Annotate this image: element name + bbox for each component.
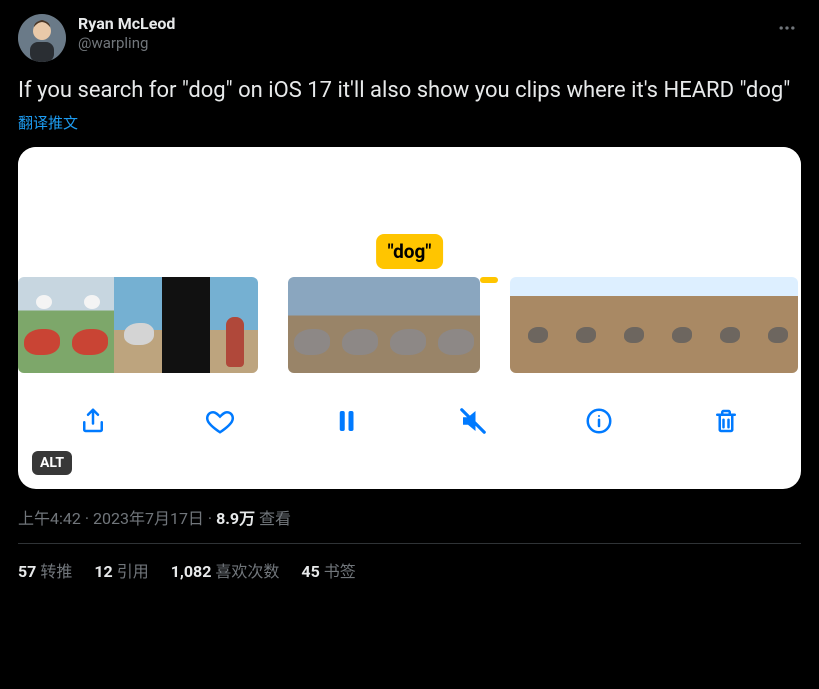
more-options-button[interactable] <box>773 14 801 46</box>
video-frame <box>210 277 258 373</box>
video-frame <box>702 277 750 373</box>
quotes-stat[interactable]: 12引用 <box>94 558 148 582</box>
engagement-stats: 57转推 12引用 1,082喜欢次数 45书签 <box>18 544 801 582</box>
tweet-container: Ryan McLeod @warpling If you search for … <box>0 0 819 592</box>
video-frame <box>384 277 432 373</box>
share-button[interactable] <box>71 399 115 443</box>
translate-link[interactable]: 翻译推文 <box>18 112 78 133</box>
video-timeline[interactable] <box>18 277 801 373</box>
avatar[interactable] <box>18 14 66 62</box>
video-frame <box>336 277 384 373</box>
display-name[interactable]: Ryan McLeod <box>78 14 175 34</box>
video-frame <box>654 277 702 373</box>
like-button[interactable] <box>198 399 242 443</box>
alt-badge[interactable]: ALT <box>32 451 72 475</box>
tweet-time[interactable]: 上午4:42 <box>18 509 81 528</box>
tweet-date[interactable]: 2023年7月17日 <box>93 509 204 528</box>
media-attachment[interactable]: "dog" <box>18 147 801 489</box>
likes-stat[interactable]: 1,082喜欢次数 <box>171 558 280 582</box>
video-frame <box>558 277 606 373</box>
tweet-meta: 上午4:42 · 2023年7月17日 · 8.9万 查看 <box>18 505 801 529</box>
video-frame <box>66 277 114 373</box>
video-frame <box>288 277 336 373</box>
media-preview-top: "dog" <box>18 147 801 277</box>
clip-group[interactable] <box>510 277 798 373</box>
video-frame <box>114 277 162 373</box>
video-frame <box>432 277 480 373</box>
user-handle[interactable]: @warpling <box>78 34 175 53</box>
tweet-header: Ryan McLeod @warpling <box>18 14 801 62</box>
bookmarks-stat[interactable]: 45书签 <box>301 558 355 582</box>
video-frame <box>18 277 66 373</box>
retweets-stat[interactable]: 57转推 <box>18 558 72 582</box>
view-label: 查看 <box>255 509 291 528</box>
search-term-bubble: "dog" <box>376 234 444 269</box>
video-frame <box>750 277 798 373</box>
video-frame <box>510 277 558 373</box>
clip-group[interactable] <box>18 277 258 373</box>
video-frame <box>162 277 210 373</box>
media-controls <box>18 373 801 469</box>
clip-group-active[interactable] <box>288 277 480 373</box>
playhead-marker-icon <box>480 277 498 283</box>
info-button[interactable] <box>577 399 621 443</box>
delete-button[interactable] <box>704 399 748 443</box>
video-frame <box>606 277 654 373</box>
pause-button[interactable] <box>324 399 368 443</box>
user-info: Ryan McLeod @warpling <box>78 14 175 53</box>
tweet-text: If you search for "dog" on iOS 17 it'll … <box>18 76 801 106</box>
mute-button[interactable] <box>451 399 495 443</box>
view-count: 8.9万 <box>216 509 255 528</box>
